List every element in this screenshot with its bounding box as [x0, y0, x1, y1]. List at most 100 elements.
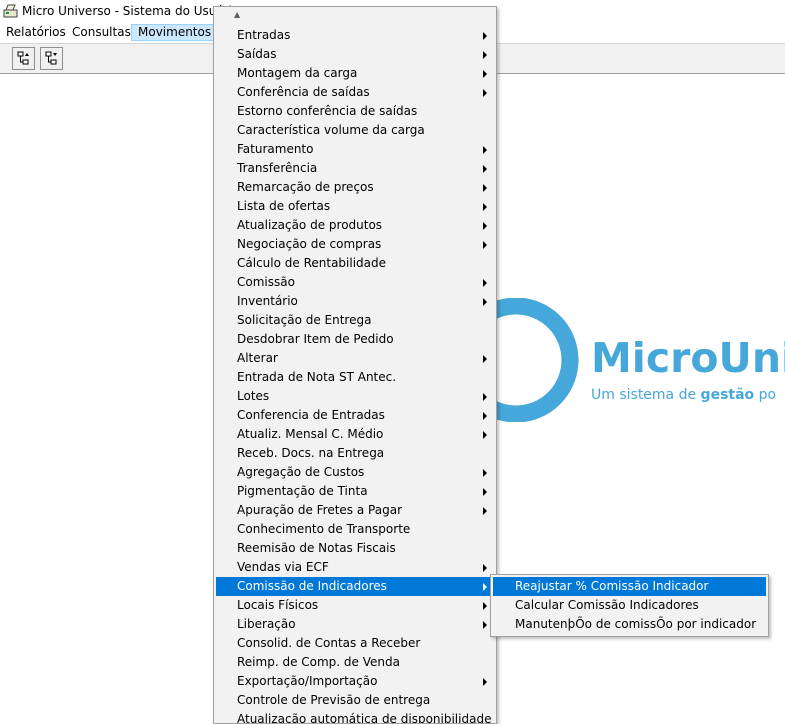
submenu-arrow-icon [483, 70, 487, 78]
menu-item-label: Receb. Docs. na Entrega [237, 446, 385, 460]
submenu-arrow-icon [483, 488, 487, 496]
menu-item[interactable]: Vendas via ECF [216, 558, 494, 577]
menu-item-label: Entradas [237, 28, 291, 42]
menu-item-label: Entrada de Nota ST Antec. [237, 370, 397, 384]
submenu-arrow-icon [483, 32, 487, 40]
menu-item-label: Consolid. de Contas a Receber [237, 636, 421, 650]
menu-item[interactable]: Entradas [216, 26, 494, 45]
menu-item[interactable]: Conferencia de Entradas [216, 406, 494, 425]
menu-item[interactable]: Desdobrar Item de Pedido [216, 330, 494, 349]
submenu-arrow-icon [483, 298, 487, 306]
menu-item-label: Pigmentação de Tinta [237, 484, 368, 498]
menu-item[interactable]: Cálculo de Rentabilidade [216, 254, 494, 273]
menu-item[interactable]: Negociação de compras [216, 235, 494, 254]
menu-item-label: Negociação de compras [237, 237, 382, 251]
app-icon [3, 4, 18, 18]
menu-item-label: Característica volume da carga [237, 123, 425, 137]
menu-item[interactable]: Lotes [216, 387, 494, 406]
menu-item[interactable]: Transferência [216, 159, 494, 178]
movimentos-dropdown: ▲ Entradas Saídas Montagem da carga Conferê… [213, 6, 497, 724]
menu-item[interactable]: Reimp. de Comp. de Venda [216, 653, 494, 672]
submenu-arrow-icon [483, 678, 487, 686]
menu-item[interactable]: Locais Físicos [216, 596, 494, 615]
submenu-arrow-icon [483, 279, 487, 287]
menu-item-label: Desdobrar Item de Pedido [237, 332, 394, 346]
menu-item-label: Conhecimento de Transporte [237, 522, 411, 536]
submenu-item[interactable]: Calcular Comissão Indicadores [493, 596, 766, 615]
menu-item[interactable]: Característica volume da carga [216, 121, 494, 140]
menu-item-label: Comissão [237, 275, 295, 289]
logo-tagline: Um sistema de gestão po [591, 387, 777, 403]
submenu-arrow-icon [483, 184, 487, 192]
menu-item[interactable]: Lista de ofertas [216, 197, 494, 216]
scroll-up-arrow-icon: ▲ [234, 10, 241, 19]
menu-item-label: Liberação [237, 617, 296, 631]
menu-item[interactable]: Comissão de Indicadores [216, 577, 494, 596]
menu-item-label: Conferência de saídas [237, 85, 370, 99]
menu-item-label: Vendas via ECF [237, 560, 329, 574]
submenu-item-label: Reajustar % Comissão Indicador [515, 579, 709, 593]
menu-item[interactable]: Apuração de Fretes a Pagar [216, 501, 494, 520]
menu-item[interactable]: Montagem da carga [216, 64, 494, 83]
submenu-arrow-icon [483, 412, 487, 420]
menu-item-label: Conferencia de Entradas [237, 408, 385, 422]
submenu-item[interactable]: ManutenþÕo de comissÕo por indicador [493, 615, 766, 634]
tree-down-button[interactable] [40, 47, 63, 70]
submenu-arrow-icon [483, 146, 487, 154]
menu-item[interactable]: Exportação/Importação [216, 672, 494, 691]
logo-ring-icon [492, 298, 579, 422]
menu-item[interactable]: Entrada de Nota ST Antec. [216, 368, 494, 387]
submenu-item[interactable]: Reajustar % Comissão Indicador [493, 577, 766, 596]
menu-relatorios[interactable]: Relatórios [0, 24, 72, 41]
menu-item[interactable]: Atualização automática de disponibilidad… [216, 710, 494, 724]
menu-item-label: Alterar [237, 351, 278, 365]
menu-item[interactable]: Atualização de produtos [216, 216, 494, 235]
menu-item-label: Lotes [237, 389, 270, 403]
menu-item[interactable]: Atualiz. Mensal C. Médio [216, 425, 494, 444]
menu-item-label: Apuração de Fretes a Pagar [237, 503, 402, 517]
menu-item-label: Comissão de Indicadores [237, 579, 387, 593]
menu-item-label: Agregação de Custos [237, 465, 365, 479]
tree-up-button[interactable] [12, 47, 35, 70]
logo-brand-text: MicroUni [591, 334, 785, 382]
menu-item-label: Montagem da carga [237, 66, 358, 80]
submenu-arrow-icon [483, 393, 487, 401]
submenu-arrow-icon [483, 355, 487, 363]
submenu-arrow-icon [483, 222, 487, 230]
menu-item-label: Atualização automática de disponibilidad… [237, 712, 492, 724]
submenu-arrow-icon [483, 89, 487, 97]
submenu-arrow-icon [483, 602, 487, 610]
menu-item[interactable]: Controle de Previsão de entrega [216, 691, 494, 710]
menu-item[interactable]: Pigmentação de Tinta [216, 482, 494, 501]
menu-item[interactable]: Estorno conferência de saídas [216, 102, 494, 121]
menu-item[interactable]: Conhecimento de Transporte [216, 520, 494, 539]
menu-item-label: Exportação/Importação [237, 674, 378, 688]
submenu-arrow-icon [483, 431, 487, 439]
menu-item[interactable]: Faturamento [216, 140, 494, 159]
microuniverso-logo: MicroUni Um sistema de gestão po [492, 298, 785, 422]
menu-item-label: Remarcação de preços [237, 180, 374, 194]
menu-item[interactable]: Solicitação de Entrega [216, 311, 494, 330]
tree-down-icon [45, 51, 57, 65]
menu-item[interactable]: Saídas [216, 45, 494, 64]
menu-item[interactable]: Agregação de Custos [216, 463, 494, 482]
menu-item[interactable]: Liberação [216, 615, 494, 634]
menu-item[interactable]: Reemisão de Notas Fiscais [216, 539, 494, 558]
menu-scroll-up[interactable]: ▲ [214, 7, 496, 26]
menu-item[interactable]: Conferência de saídas [216, 83, 494, 102]
menu-item-label: Controle de Previsão de entrega [237, 693, 431, 707]
menu-item[interactable]: Remarcação de preços [216, 178, 494, 197]
submenu-arrow-icon [483, 507, 487, 515]
menu-item-label: Reemisão de Notas Fiscais [237, 541, 396, 555]
menu-item[interactable]: Comissão [216, 273, 494, 292]
menu-item[interactable]: Receb. Docs. na Entrega [216, 444, 494, 463]
menu-item[interactable]: Consolid. de Contas a Receber [216, 634, 494, 653]
menu-item-label: Atualiz. Mensal C. Médio [237, 427, 384, 441]
menu-movimentos[interactable]: Movimentos [131, 24, 219, 41]
menu-item[interactable]: Alterar [216, 349, 494, 368]
tree-up-icon [17, 51, 29, 65]
menu-consultas[interactable]: Consultas [66, 24, 137, 41]
submenu-arrow-icon [483, 469, 487, 477]
submenu-arrow-icon [483, 241, 487, 249]
menu-item[interactable]: Inventário [216, 292, 494, 311]
